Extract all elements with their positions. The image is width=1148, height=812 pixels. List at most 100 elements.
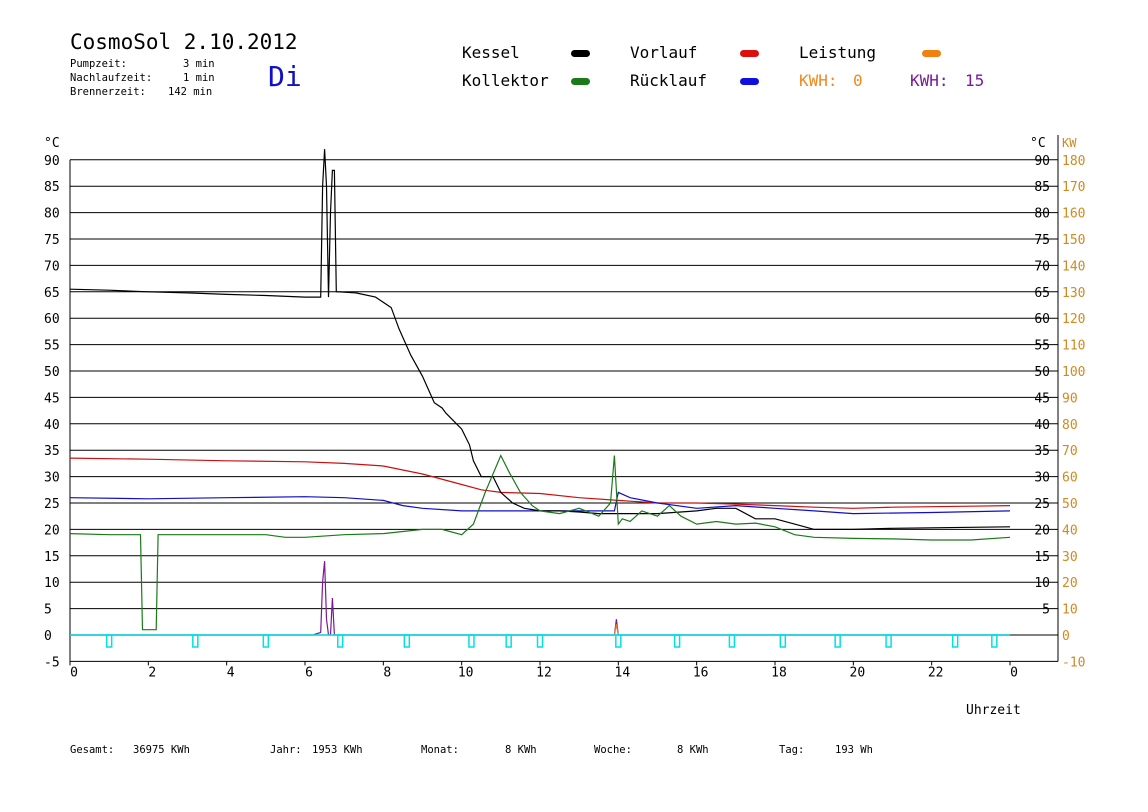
series-line-kollektor — [69, 454, 1011, 631]
series-line-leistung — [70, 624, 1010, 636]
footer-monat-label: Monat: — [421, 744, 459, 756]
y-tick-label-kw: 80 — [1062, 418, 1078, 433]
y-tick-label-kw: 110 — [1062, 339, 1085, 354]
y-tick-label-left: 50 — [44, 365, 60, 380]
y-tick-label-right: 55 — [1034, 339, 1050, 354]
y-tick-label-left: 85 — [44, 180, 60, 195]
y-axis-label-kw: KW — [1062, 136, 1077, 150]
y-tick-label-right: 45 — [1034, 391, 1050, 406]
y-tick-label-right: 20 — [1034, 523, 1050, 538]
y-tick-label-right: 85 — [1034, 180, 1050, 195]
y-axis-label-left: °C — [44, 136, 60, 151]
y-tick-label-kw: 160 — [1062, 207, 1085, 222]
chart-plot: -505101520253035404550556065707580859051… — [44, 135, 1085, 718]
pump-pulse — [105, 634, 113, 648]
y-tick-label-kw: 150 — [1062, 233, 1085, 248]
y-tick-label-left: 75 — [44, 233, 60, 248]
y-tick-label-kw: 30 — [1062, 550, 1078, 565]
y-tick-label-left: 25 — [44, 497, 60, 512]
x-tick-label: 12 — [536, 665, 552, 680]
pump-pulse — [262, 634, 270, 648]
pump-pulse — [337, 634, 344, 648]
y-tick-label-right: 80 — [1034, 207, 1050, 222]
y-tick-label-right: 50 — [1034, 365, 1050, 380]
y-tick-label-right: 75 — [1034, 233, 1050, 248]
y-tick-label-kw: 20 — [1062, 576, 1078, 591]
y-tick-label-left: 55 — [44, 339, 60, 354]
x-tick-label: 18 — [771, 665, 787, 680]
pump-pulse — [536, 634, 544, 648]
y-tick-label-kw: 50 — [1062, 497, 1078, 512]
pump-pulse — [615, 634, 622, 648]
x-tick-label: 22 — [928, 665, 944, 680]
y-tick-label-kw: 70 — [1062, 444, 1078, 459]
y-tick-label-kw: 10 — [1062, 603, 1078, 618]
y-tick-label-left: 10 — [44, 576, 60, 591]
y-tick-label-kw: 60 — [1062, 471, 1078, 486]
y-tick-label-kw: 40 — [1062, 523, 1078, 538]
y-tick-label-left: 5 — [44, 603, 52, 618]
footer-woche-value: 8 KWh — [677, 744, 709, 756]
y-axis-label-right: °C — [1030, 136, 1046, 151]
y-tick-label-right: 30 — [1034, 471, 1050, 486]
y-tick-label-left: 15 — [44, 550, 60, 565]
y-tick-label-left: 80 — [44, 207, 60, 222]
x-tick-label: 8 — [383, 665, 391, 680]
y-tick-label-left: 60 — [44, 312, 60, 327]
y-tick-label-left: 45 — [44, 391, 60, 406]
series-line-kessel — [69, 149, 1011, 531]
y-tick-label-right: 5 — [1042, 603, 1050, 618]
y-tick-label-right: 10 — [1034, 576, 1050, 591]
y-tick-label-left: 0 — [44, 629, 52, 644]
y-tick-label-left: 40 — [44, 418, 60, 433]
y-tick-label-right: 35 — [1034, 444, 1050, 459]
y-tick-label-left: 20 — [44, 523, 60, 538]
footer-gesamt-label: Gesamt: — [70, 744, 115, 756]
y-tick-label-kw: 130 — [1062, 286, 1085, 301]
x-tick-label: 6 — [305, 665, 313, 680]
x-tick-label: 20 — [850, 665, 866, 680]
y-tick-label-right: 70 — [1034, 259, 1050, 274]
x-tick-label: 14 — [615, 665, 631, 680]
pump-pulse — [991, 634, 998, 648]
pump-pulse — [834, 634, 841, 648]
pump-pulse — [673, 634, 681, 648]
pump-pulse — [779, 634, 787, 648]
y-tick-label-kw: -10 — [1062, 655, 1085, 670]
y-tick-label-kw: 170 — [1062, 180, 1085, 195]
y-tick-label-kw: 120 — [1062, 312, 1085, 327]
pump-pulse — [403, 634, 411, 648]
pump-pulse — [728, 634, 736, 648]
y-tick-label-right: 90 — [1034, 154, 1050, 169]
footer-monat-value: 8 KWh — [505, 744, 537, 756]
footer-woche-label: Woche: — [594, 744, 632, 756]
pump-pulse — [468, 634, 475, 648]
pump-pulse — [885, 634, 892, 648]
x-tick-label: 10 — [458, 665, 474, 680]
y-tick-label-left: 30 — [44, 471, 60, 486]
pump-pulse — [192, 634, 199, 648]
x-tick-label: 2 — [148, 665, 156, 680]
series-line-vorlauf — [69, 457, 1011, 509]
y-tick-label-kw: 0 — [1062, 629, 1070, 644]
y-tick-label-right: 40 — [1034, 418, 1050, 433]
x-tick-label: 0 — [70, 665, 78, 680]
y-tick-label-left: 90 — [44, 154, 60, 169]
y-tick-label-left: 65 — [44, 286, 60, 301]
y-tick-label-right: 15 — [1034, 550, 1050, 565]
footer-jahr-label: Jahr: — [270, 744, 302, 756]
y-tick-label-kw: 180 — [1062, 154, 1085, 169]
y-tick-label-right: 25 — [1034, 497, 1050, 512]
footer-jahr-value: 1953 KWh — [312, 744, 363, 756]
y-tick-label-left: 35 — [44, 444, 60, 459]
footer-tag-value: 193 Wh — [835, 744, 873, 756]
pump-pulse — [505, 634, 512, 648]
y-tick-label-left: -5 — [44, 655, 60, 670]
footer-gesamt-value: 36975 KWh — [133, 744, 190, 756]
series-line-pumpe — [70, 561, 1010, 636]
footer-tag-label: Tag: — [779, 744, 805, 756]
y-tick-label-right: 60 — [1034, 312, 1050, 327]
y-tick-label-kw: 140 — [1062, 259, 1085, 274]
pump-pulse — [951, 634, 959, 648]
y-tick-label-right: 65 — [1034, 286, 1050, 301]
